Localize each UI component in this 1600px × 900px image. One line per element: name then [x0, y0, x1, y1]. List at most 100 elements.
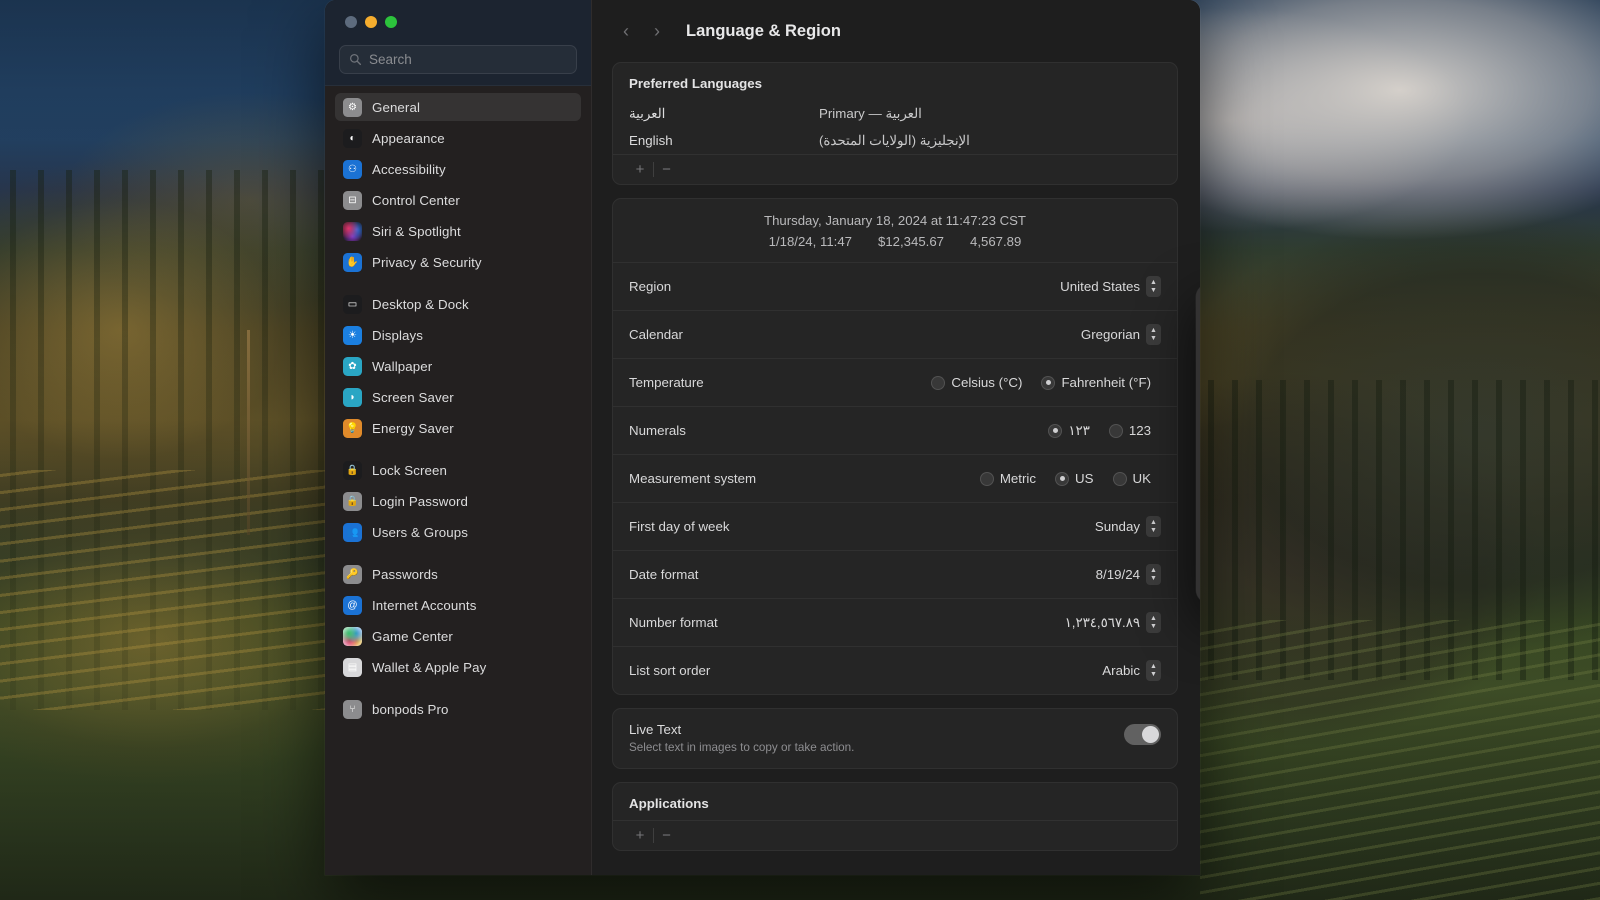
preview-currency: $12,345.67 — [878, 234, 945, 249]
sidebar-item-label: General — [372, 99, 421, 115]
forward-button[interactable]: › — [643, 17, 671, 45]
sidebar-nav-list[interactable]: ⚙ General ◐ Appearance ⚇ Accessibility ⊟ Contro… — [325, 86, 591, 875]
privacy-hand-icon: ✋ — [343, 252, 362, 272]
add-application-button[interactable]: + — [627, 827, 653, 844]
list-sort-order-value: Arabic — [1102, 663, 1140, 678]
sidebar-item-wallpaper[interactable]: ✿ Wallpaper — [335, 352, 581, 380]
airpods-icon: ⑂ — [343, 699, 362, 719]
measurement-label: Measurement system — [629, 471, 757, 486]
language-row[interactable]: العربية العربية — Primary — [613, 100, 1177, 127]
region-row[interactable]: Region United States ▲ ▼ — [613, 262, 1177, 310]
sidebar-item-lock-screen[interactable]: 🔒 Lock Screen — [335, 456, 581, 484]
remove-language-button[interactable]: − — [654, 161, 680, 178]
page-title: Language & Region — [686, 21, 841, 40]
chevron-updown-icon[interactable]: ▲ ▼ — [1146, 276, 1161, 297]
numerals-option-label: 123 — [1128, 423, 1151, 438]
radio-arabic-numerals[interactable] — [1048, 423, 1063, 438]
temperature-option-label: Celsius (°C) — [951, 375, 1023, 390]
preview-number: 4,567.89 — [970, 234, 1022, 249]
sidebar-item-label: Desktop & Dock — [372, 296, 469, 312]
temperature-option-fahrenheit[interactable]: Fahrenheit (°F) — [1041, 375, 1161, 390]
numerals-row[interactable]: Numerals ١٢٣ 123 — [613, 406, 1177, 454]
sidebar-item-siri-spotlight[interactable]: Siri & Spotlight — [335, 217, 581, 245]
measurement-row[interactable]: Measurement system Metric US UK — [613, 454, 1177, 502]
numerals-option-label: ١٢٣ — [1068, 422, 1090, 438]
sidebar-item-accessibility[interactable]: ⚇ Accessibility — [335, 155, 581, 183]
sidebar-item-internet-accounts[interactable]: @ Internet Accounts — [335, 591, 581, 619]
chevron-updown-icon[interactable]: ▲ ▼ — [1146, 324, 1161, 345]
radio-uk[interactable] — [1112, 471, 1127, 486]
sidebar-item-privacy-security[interactable]: ✋ Privacy & Security — [335, 248, 581, 276]
numerals-option-latin[interactable]: 123 — [1108, 423, 1161, 438]
first-day-of-week-row[interactable]: First day of week Sunday ▲ ▼ — [613, 502, 1177, 550]
add-language-button[interactable]: + — [627, 161, 653, 178]
energy-saver-icon: 💡 — [343, 418, 362, 438]
region-control[interactable]: United States ▲ ▼ — [1060, 276, 1161, 297]
number-format-control[interactable]: ١,٢٣٤,٥٦٧.٨٩ ▲ ▼ — [1065, 612, 1161, 633]
minimize-button[interactable] — [365, 16, 377, 28]
temperature-option-celsius[interactable]: Celsius (°C) — [931, 375, 1032, 390]
measurement-option-uk[interactable]: UK — [1112, 471, 1161, 486]
chevron-updown-icon[interactable]: ▲ ▼ — [1146, 660, 1161, 681]
sidebar-item-label: Siri & Spotlight — [372, 223, 461, 239]
sidebar-item-energy-saver[interactable]: 💡 Energy Saver — [335, 414, 581, 442]
radio-metric[interactable] — [979, 471, 994, 486]
list-sort-order-control[interactable]: Arabic ▲ ▼ — [1102, 660, 1161, 681]
sidebar-item-users-groups[interactable]: 👥 Users & Groups — [335, 518, 581, 546]
temperature-row[interactable]: Temperature Celsius (°C) Fahrenheit (°F) — [613, 358, 1177, 406]
chevron-updown-icon[interactable]: ▲ ▼ — [1146, 612, 1161, 633]
lock-screen-icon: 🔒 — [343, 460, 362, 480]
numerals-options[interactable]: ١٢٣ 123 — [1048, 423, 1161, 439]
date-format-row[interactable]: Date format 8/19/24 ▲ ▼ — [613, 550, 1177, 598]
language-name: العربية — [629, 105, 666, 121]
sidebar-item-desktop-dock[interactable]: ▭ Desktop & Dock — [335, 290, 581, 318]
live-text-row[interactable]: Live Text Select text in images to copy … — [613, 709, 1177, 768]
game-center-icon — [343, 626, 362, 646]
date-format-control[interactable]: 8/19/24 ▲ ▼ — [1096, 564, 1161, 585]
numerals-option-arabic[interactable]: ١٢٣ — [1048, 423, 1099, 439]
calendar-control[interactable]: Gregorian ▲ ▼ — [1081, 324, 1161, 345]
number-format-row[interactable]: Number format ١,٢٣٤,٥٦٧.٨٩ ▲ ▼ — [613, 598, 1177, 646]
radio-celsius[interactable] — [931, 375, 946, 390]
sidebar-item-control-center[interactable]: ⊟ Control Center — [335, 186, 581, 214]
sidebar-item-screen-saver[interactable]: ◗ Screen Saver — [335, 383, 581, 411]
live-text-title: Live Text — [629, 722, 682, 737]
date-format-value: 8/19/24 — [1095, 567, 1140, 582]
close-button[interactable] — [345, 16, 357, 28]
first-day-of-week-value: Sunday — [1094, 519, 1140, 534]
temperature-options[interactable]: Celsius (°C) Fahrenheit (°F) — [931, 375, 1161, 390]
sidebar-item-login-password[interactable]: 🔒 Login Password — [335, 487, 581, 515]
first-day-of-week-control[interactable]: Sunday ▲ ▼ — [1095, 516, 1161, 537]
sidebar-item-game-center[interactable]: Game Center — [335, 622, 581, 650]
measurement-option-metric[interactable]: Metric — [979, 471, 1046, 486]
live-text-toggle[interactable] — [1124, 724, 1161, 745]
radio-latin-numerals[interactable] — [1108, 423, 1123, 438]
measurement-options[interactable]: Metric US UK — [979, 471, 1161, 486]
live-text-card: Live Text Select text in images to copy … — [612, 708, 1178, 769]
language-description: العربية — Primary — [819, 105, 922, 121]
chevron-updown-icon[interactable]: ▲ ▼ — [1146, 564, 1161, 585]
radio-us[interactable] — [1055, 471, 1070, 486]
search-input[interactable]: Search — [339, 45, 577, 74]
numerals-label: Numerals — [629, 423, 686, 438]
number-format-value: ١,٢٣٤,٥٦٧.٨٩ — [1064, 614, 1140, 630]
sidebar-group: ▭ Desktop & Dock ☀ Displays ✿ Wallpaper ◗ Scree… — [335, 290, 581, 442]
sidebar-item-appearance[interactable]: ◐ Appearance — [335, 124, 581, 152]
sidebar-item-bonpods-pro[interactable]: ⑂ bonpods Pro — [335, 695, 581, 723]
sidebar-item-wallet-apple-pay[interactable]: ▤ Wallet & Apple Pay — [335, 653, 581, 681]
list-sort-order-row[interactable]: List sort order Arabic ▲ ▼ — [613, 646, 1177, 694]
measurement-option-us[interactable]: US — [1055, 471, 1103, 486]
temperature-label: Temperature — [629, 375, 704, 390]
sidebar-item-displays[interactable]: ☀ Displays — [335, 321, 581, 349]
remove-application-button[interactable]: − — [654, 827, 680, 844]
calendar-row[interactable]: Calendar Gregorian ▲ ▼ — [613, 310, 1177, 358]
sidebar-item-passwords[interactable]: 🔑 Passwords — [335, 560, 581, 588]
radio-fahrenheit[interactable] — [1041, 375, 1056, 390]
back-button[interactable]: ‹ — [612, 17, 640, 45]
chevron-updown-icon[interactable]: ▲ ▼ — [1146, 516, 1161, 537]
sidebar-item-general[interactable]: ⚙ General — [335, 93, 581, 121]
displays-icon: ☀ — [343, 325, 362, 345]
language-row[interactable]: English الإنجليزية (الولايات المتحدة) — [613, 127, 1177, 154]
maximize-button[interactable] — [385, 16, 397, 28]
sidebar-item-label: Wallet & Apple Pay — [372, 659, 487, 675]
